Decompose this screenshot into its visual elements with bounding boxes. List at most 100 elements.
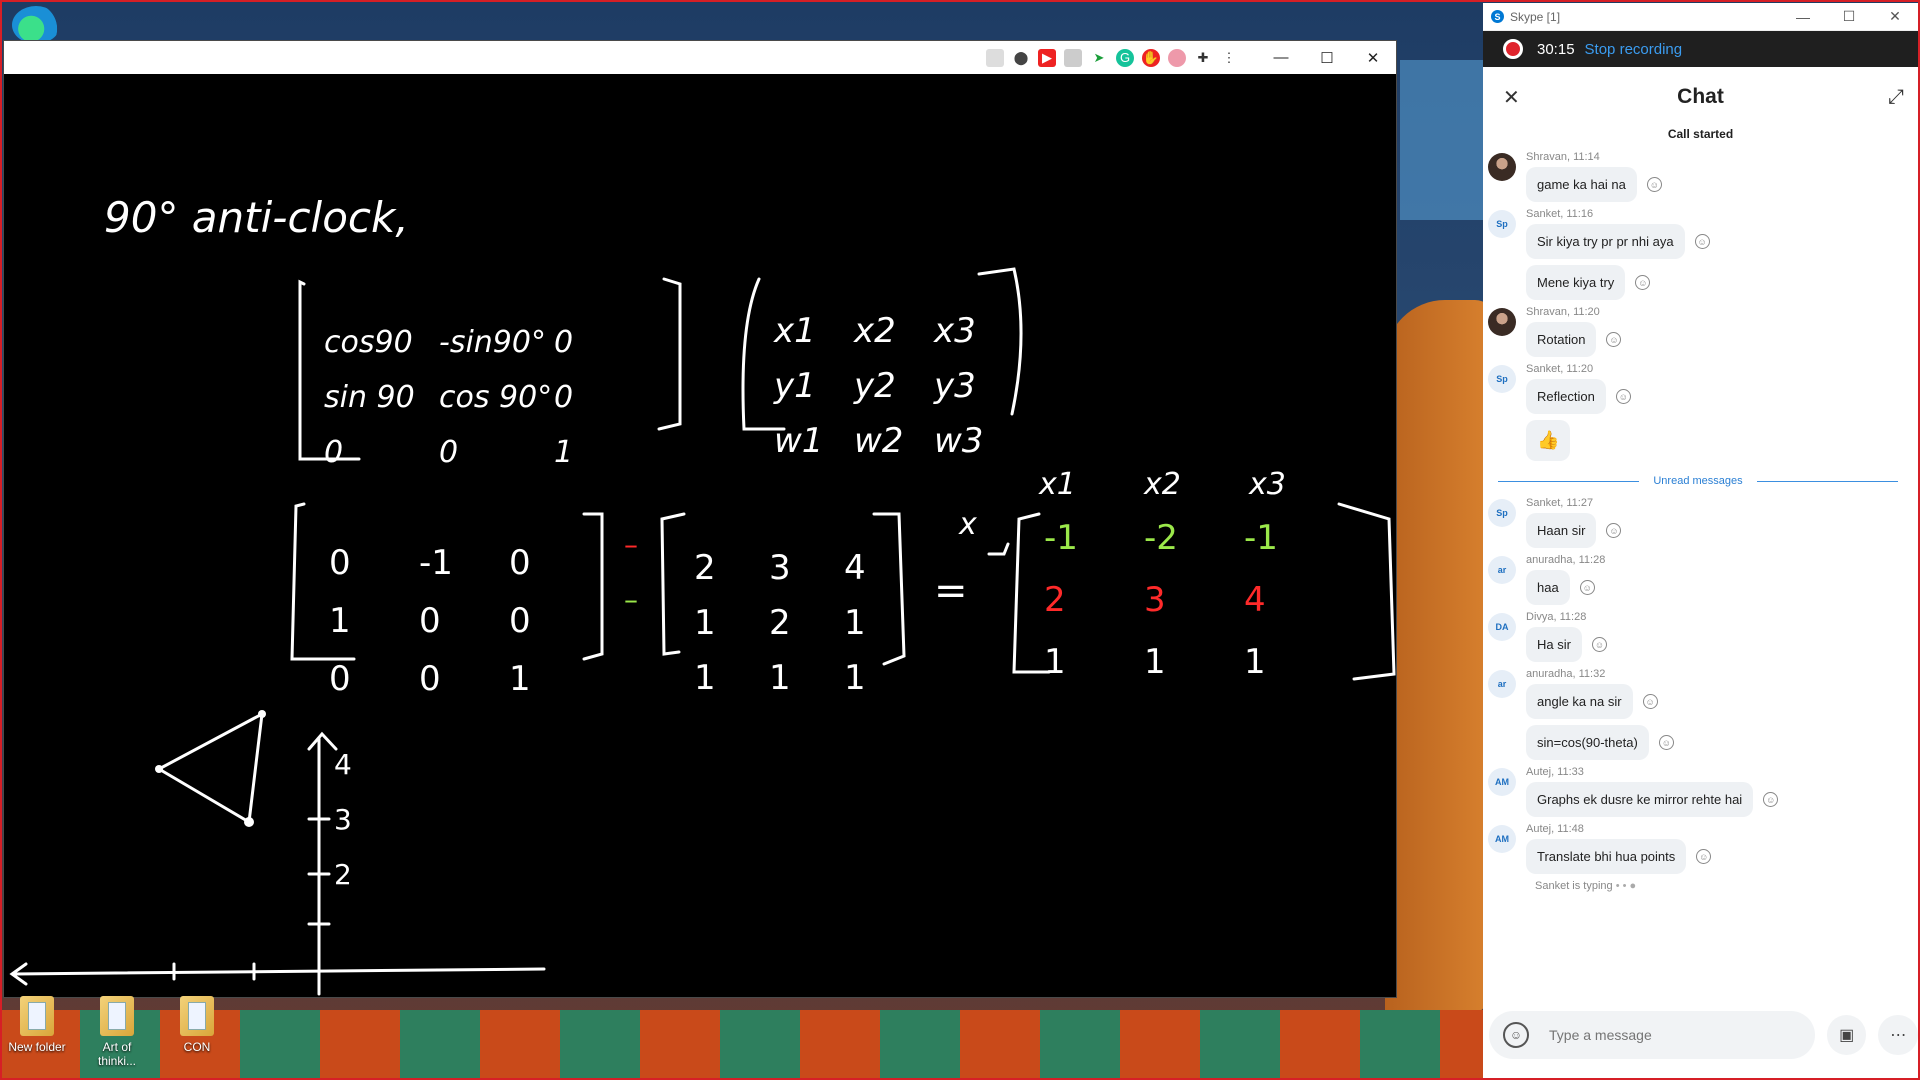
close-icon[interactable]: ✕	[1503, 85, 1520, 110]
message-bubble[interactable]: Graphs ek dusre ke mirror rehte hai	[1526, 782, 1754, 817]
matrix-cell: -2	[1144, 518, 1178, 558]
reaction-icon[interactable]: ☺	[1579, 580, 1595, 595]
matrix-cell: 0	[329, 543, 351, 583]
reaction-icon[interactable]: ☺	[1646, 177, 1662, 192]
matrix-cell: 0	[554, 325, 573, 360]
reaction-icon[interactable]: ☺	[1615, 389, 1631, 404]
vertex-point	[258, 710, 266, 718]
message-bubble[interactable]: sin=cos(90-theta)	[1526, 725, 1649, 760]
media-gallery-icon[interactable]: ▣	[1826, 1015, 1867, 1055]
message-sender: Sanket, 11:16	[1526, 208, 1594, 220]
matrix-cell: 1	[1144, 642, 1166, 682]
matrix-d: 2 3 4 1 2 1 1 1 1	[694, 548, 866, 698]
avatar[interactable]	[1488, 153, 1516, 181]
message-bubble[interactable]: haa	[1526, 570, 1570, 605]
skype-maximize-button[interactable]: ☐	[1826, 8, 1872, 25]
whiteboard-canvas[interactable]: 90° anti-clock, cos90 -sin90° 0sin 90 cos 9…	[4, 74, 1396, 997]
message-bubble[interactable]: Rotation	[1526, 322, 1597, 357]
skype-minimize-button[interactable]: —	[1780, 9, 1826, 25]
more-icon[interactable]: ⋮	[1220, 49, 1238, 67]
matrix-cell: x2	[853, 311, 896, 351]
adblock-icon[interactable]: ✋	[1142, 48, 1160, 67]
matrix-cell: 3	[1144, 580, 1166, 620]
message-sender: Divya, 11:28	[1526, 611, 1587, 623]
minimize-button[interactable]: —	[1258, 41, 1304, 74]
screen-icon[interactable]	[1064, 48, 1082, 67]
reaction-icon[interactable]: ☺	[1694, 234, 1710, 249]
avatar[interactable]: DA	[1488, 613, 1516, 641]
maximize-button[interactable]: ☐	[1304, 41, 1350, 74]
desktop-icon-art-of-thinking[interactable]: Art of thinki...	[84, 996, 150, 1068]
matrix-cell: 0	[509, 601, 531, 641]
close-button[interactable]: ✕	[1350, 41, 1396, 74]
message-input[interactable]	[1547, 1026, 1791, 1044]
avatar[interactable]: ar	[1488, 670, 1516, 698]
reaction-icon[interactable]: ☺	[1591, 637, 1607, 652]
matrix-cell: -1	[1244, 518, 1278, 558]
message-bubble[interactable]: Translate bhi hua points	[1526, 839, 1687, 874]
matrix-cell: 1	[1244, 642, 1266, 682]
vertex-point	[155, 765, 163, 773]
matrix-cell: 0	[554, 380, 573, 415]
message-bubble[interactable]: Haan sir	[1526, 513, 1597, 548]
avatar[interactable]: AM	[1488, 768, 1516, 796]
matrix-cell: 0	[509, 543, 531, 583]
pin-icon[interactable]: ⬤	[1012, 49, 1030, 67]
youtube-icon[interactable]: ▶	[1038, 48, 1056, 67]
avatar[interactable]: Sp	[1488, 499, 1516, 527]
message-bubble[interactable]: Mene kiya try	[1526, 265, 1626, 300]
avatar[interactable]: ar	[1488, 556, 1516, 584]
reaction-icon[interactable]: ☺	[1642, 694, 1658, 709]
expand-icon[interactable]: ⤢	[1888, 86, 1904, 109]
grammarly-icon[interactable]: G	[1116, 48, 1134, 67]
message-bubble[interactable]: Ha sir	[1526, 627, 1582, 662]
matrix-cell: 1	[1044, 642, 1066, 682]
row-marker-red: –	[624, 528, 638, 561]
folder-icon	[20, 996, 54, 1036]
reaction-icon[interactable]: ☺	[1635, 275, 1651, 290]
avatar[interactable]: AM	[1488, 825, 1516, 853]
arrow-icon[interactable]: ➤	[1090, 49, 1108, 67]
desktop-icon-new-folder[interactable]: New folder	[4, 996, 70, 1068]
reaction-icon[interactable]: ☺	[1763, 792, 1779, 807]
message-sender: anuradha, 11:28	[1526, 554, 1606, 566]
puzzle-icon[interactable]: ✚	[1194, 49, 1212, 67]
reaction-icon[interactable]: ☺	[1696, 849, 1712, 864]
result-header-cell: x2	[1143, 467, 1181, 502]
more-options-icon[interactable]: ⋯	[1878, 1015, 1918, 1055]
chat-message: Shravan, 11:20 Rotation ☺	[1483, 306, 1918, 357]
chat-message: Shravan, 11:14 game ka hai na ☺	[1483, 151, 1918, 202]
edge-browser-icon[interactable]	[12, 6, 60, 44]
message-bubble[interactable]: Reflection	[1526, 379, 1606, 414]
avatar[interactable]: Sp	[1488, 210, 1516, 238]
skype-close-button[interactable]: ✕	[1872, 8, 1918, 25]
reaction-icon[interactable]: ☺	[1658, 735, 1674, 750]
stop-recording-link[interactable]: Stop recording	[1585, 41, 1683, 58]
result-matrix: -1 -2 -1 2 3 4 1 1 1	[1044, 518, 1278, 682]
avatar-extension-icon[interactable]	[1168, 48, 1186, 67]
matrix-cell: 1	[769, 658, 791, 698]
message-list: Shravan, 11:14 game ka hai na ☺ Sp Sanket, 1…	[1483, 151, 1918, 461]
reaction-icon[interactable]: ☺	[1606, 523, 1622, 538]
reaction-icon[interactable]: ☺	[1606, 332, 1622, 347]
avatar[interactable]: Sp	[1488, 365, 1516, 393]
message-bubble[interactable]: angle ka na sir	[1526, 684, 1633, 719]
chat-message: Sp Sanket, 11:20 Reflection ☺ 👍	[1483, 363, 1918, 461]
bracket-a-left	[298, 279, 361, 461]
matrix-cell: 4	[844, 548, 866, 588]
message-sender: Autej, 11:33	[1526, 766, 1584, 778]
folder-icon	[100, 996, 134, 1036]
message-bubble[interactable]: game ka hai na	[1526, 167, 1637, 202]
message-composer: ☺ ▣ ⋯	[1483, 1003, 1918, 1067]
desktop-icon-con[interactable]: CON	[164, 996, 230, 1068]
bracket-e-right	[1337, 502, 1396, 681]
message-bubble[interactable]: Sir kiya try pr pr nhi aya	[1526, 224, 1685, 259]
matrix-cell: 1	[694, 603, 716, 643]
y-axis-label: 3	[334, 803, 352, 836]
extension-icon[interactable]	[986, 48, 1004, 67]
matrix-cell: 1	[554, 435, 573, 470]
thumbs-up-icon[interactable]: 👍	[1526, 420, 1571, 461]
matrix-cell: 2	[1044, 580, 1066, 620]
emoji-icon[interactable]: ☺	[1503, 1022, 1529, 1048]
avatar[interactable]	[1488, 308, 1516, 336]
